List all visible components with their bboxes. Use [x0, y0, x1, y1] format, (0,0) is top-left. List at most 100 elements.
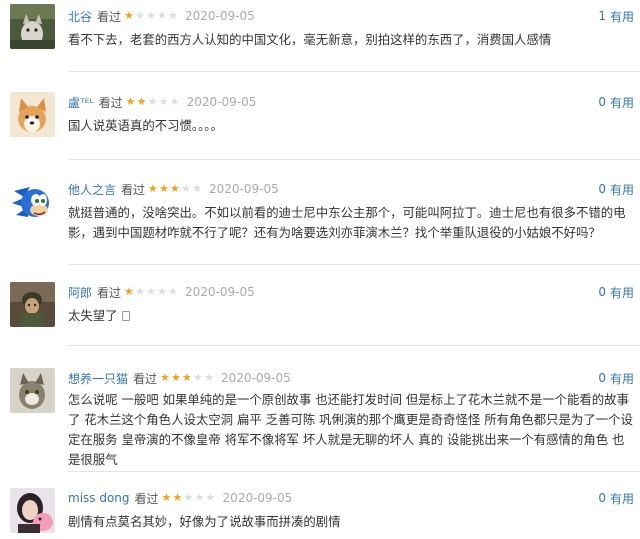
- star-empty-icon: ★: [205, 491, 216, 504]
- star-empty-icon: ★: [157, 9, 167, 22]
- useful-button[interactable]: 有用: [610, 284, 634, 301]
- star-filled-icon: ★: [124, 285, 134, 298]
- username-link[interactable]: 北谷: [68, 8, 92, 25]
- comment-text: 看不下去，老套的西方人认知的中国文化，毫无新意，别拍这样的东西了，消费国人感情: [68, 32, 552, 47]
- star-empty-icon: ★: [183, 491, 194, 504]
- rating-stars: ★ ★ ★ ★ ★: [160, 372, 215, 384]
- comment-date: 2020-09-05: [209, 182, 279, 196]
- vote-count: 0: [598, 285, 606, 299]
- useful-button[interactable]: 有用: [610, 490, 634, 507]
- avatar[interactable]: [10, 179, 55, 224]
- star-empty-icon: ★: [168, 285, 178, 298]
- comment-text: 国人说英语真的不习惯。。。。: [68, 118, 223, 133]
- useful-button[interactable]: 有用: [610, 370, 634, 387]
- avatar[interactable]: [10, 488, 55, 533]
- star-filled-icon: ★: [170, 182, 180, 195]
- vote-count: 1: [598, 9, 606, 23]
- star-filled-icon: ★: [172, 491, 183, 504]
- vote-count: 0: [598, 491, 606, 505]
- rating-stars: ★ ★ ★ ★ ★: [124, 286, 179, 298]
- star-empty-icon: ★: [169, 95, 180, 108]
- vote-area: 0 有用: [598, 93, 634, 111]
- rating-stars: ★ ★ ★ ★ ★: [148, 183, 203, 195]
- comment-text: 剧情有点莫名其妙，好像为了说故事而拼凑的剧情: [68, 514, 341, 529]
- star-empty-icon: ★: [147, 95, 158, 108]
- hedgehog-icon: [10, 179, 55, 224]
- comment-date: 2020-09-05: [222, 491, 293, 505]
- comment-text-content: 太失望了: [68, 308, 118, 323]
- soldier-icon: [10, 282, 55, 327]
- divider: [68, 345, 640, 346]
- comment-date: 2020-09-05: [185, 285, 255, 299]
- avatar[interactable]: [10, 92, 55, 137]
- cat-icon: [10, 4, 55, 49]
- watched-label: 看过: [98, 95, 123, 110]
- comment-text: 怎么说呢 一般吧 如果单纯的是一个原创故事 也还能打发时间 但是标上了花木兰就不…: [68, 392, 633, 467]
- comment-meta: 北谷 看过 ★ ★ ★ ★ ★ 2020-09-05: [68, 7, 255, 25]
- username-link[interactable]: 他人之言: [68, 181, 116, 198]
- star-empty-icon: ★: [204, 371, 214, 384]
- star-empty-icon: ★: [157, 285, 167, 298]
- star-empty-icon: ★: [146, 9, 156, 22]
- avatar[interactable]: [10, 368, 55, 413]
- divider: [68, 471, 640, 472]
- comment-meta: 盧ᵀᴱᴸ 看过 ★ ★ ★ ★ ★ 2020-09-05: [68, 93, 256, 111]
- star-empty-icon: ★: [135, 9, 145, 22]
- watched-label: 看过: [121, 182, 146, 197]
- username-link[interactable]: 盧ᵀᴱᴸ: [68, 94, 94, 111]
- vote-area: 0 有用: [598, 180, 634, 198]
- vote-area: 1 有用: [598, 7, 634, 25]
- comment-text: 太失望了: [68, 306, 634, 326]
- star-filled-icon: ★: [160, 371, 170, 384]
- divider: [68, 71, 640, 72]
- vote-area: 0 有用: [598, 283, 634, 301]
- avatar[interactable]: [10, 282, 55, 327]
- star-empty-icon: ★: [135, 285, 145, 298]
- username-link[interactable]: 阿郎: [68, 284, 92, 301]
- star-empty-icon: ★: [146, 285, 156, 298]
- star-empty-icon: ★: [181, 182, 191, 195]
- vote-area: 0 有用: [598, 369, 634, 387]
- avatar[interactable]: [10, 4, 55, 49]
- useful-button[interactable]: 有用: [610, 8, 634, 25]
- rating-stars: ★ ★ ★ ★ ★: [126, 96, 181, 108]
- star-empty-icon: ★: [193, 371, 203, 384]
- star-filled-icon: ★: [136, 95, 147, 108]
- vote-area: 0 有用: [598, 489, 634, 507]
- star-filled-icon: ★: [171, 371, 181, 384]
- star-filled-icon: ★: [148, 182, 158, 195]
- comment-date: 2020-09-05: [185, 9, 255, 23]
- vote-count: 0: [598, 371, 606, 385]
- username-link[interactable]: 想养一只猫: [68, 370, 128, 387]
- vote-count: 0: [598, 95, 606, 109]
- watched-label: 看过: [134, 491, 159, 506]
- rating-stars: ★ ★ ★ ★ ★: [162, 492, 217, 504]
- comment-text: 就挺普通的，没啥突出。不如以前看的迪士尼中东公主那个，可能叫阿拉丁。迪士尼也有很…: [68, 205, 626, 240]
- watched-label: 看过: [97, 9, 122, 24]
- star-empty-icon: ★: [168, 9, 178, 22]
- useful-button[interactable]: 有用: [610, 94, 634, 111]
- star-filled-icon: ★: [124, 9, 134, 22]
- comment-meta: 阿郎 看过 ★ ★ ★ ★ ★ 2020-09-05: [68, 283, 255, 301]
- rating-stars: ★ ★ ★ ★ ★: [124, 10, 179, 22]
- cat-icon: [10, 368, 55, 413]
- vote-count: 0: [598, 182, 606, 196]
- corgi-icon: [10, 92, 55, 137]
- comment-meta: 他人之言 看过 ★ ★ ★ ★ ★ 2020-09-05: [68, 180, 279, 198]
- star-empty-icon: ★: [194, 491, 205, 504]
- star-empty-icon: ★: [192, 182, 202, 195]
- comment-date: 2020-09-05: [186, 95, 257, 109]
- watched-label: 看过: [97, 285, 122, 300]
- comment-meta: miss dong 看过 ★ ★ ★ ★ ★ 2020-09-05: [68, 489, 292, 507]
- star-filled-icon: ★: [125, 95, 136, 108]
- star-filled-icon: ★: [159, 182, 169, 195]
- comment-date: 2020-09-05: [221, 371, 291, 385]
- useful-button[interactable]: 有用: [610, 181, 634, 198]
- star-filled-icon: ★: [182, 371, 192, 384]
- emoji-icon: [121, 311, 130, 321]
- girl-icon: [10, 488, 55, 533]
- divider: [68, 264, 640, 265]
- comment-meta: 想养一只猫 看过 ★ ★ ★ ★ ★ 2020-09-05: [68, 369, 291, 387]
- watched-label: 看过: [133, 371, 158, 386]
- username-link[interactable]: miss dong: [68, 491, 130, 505]
